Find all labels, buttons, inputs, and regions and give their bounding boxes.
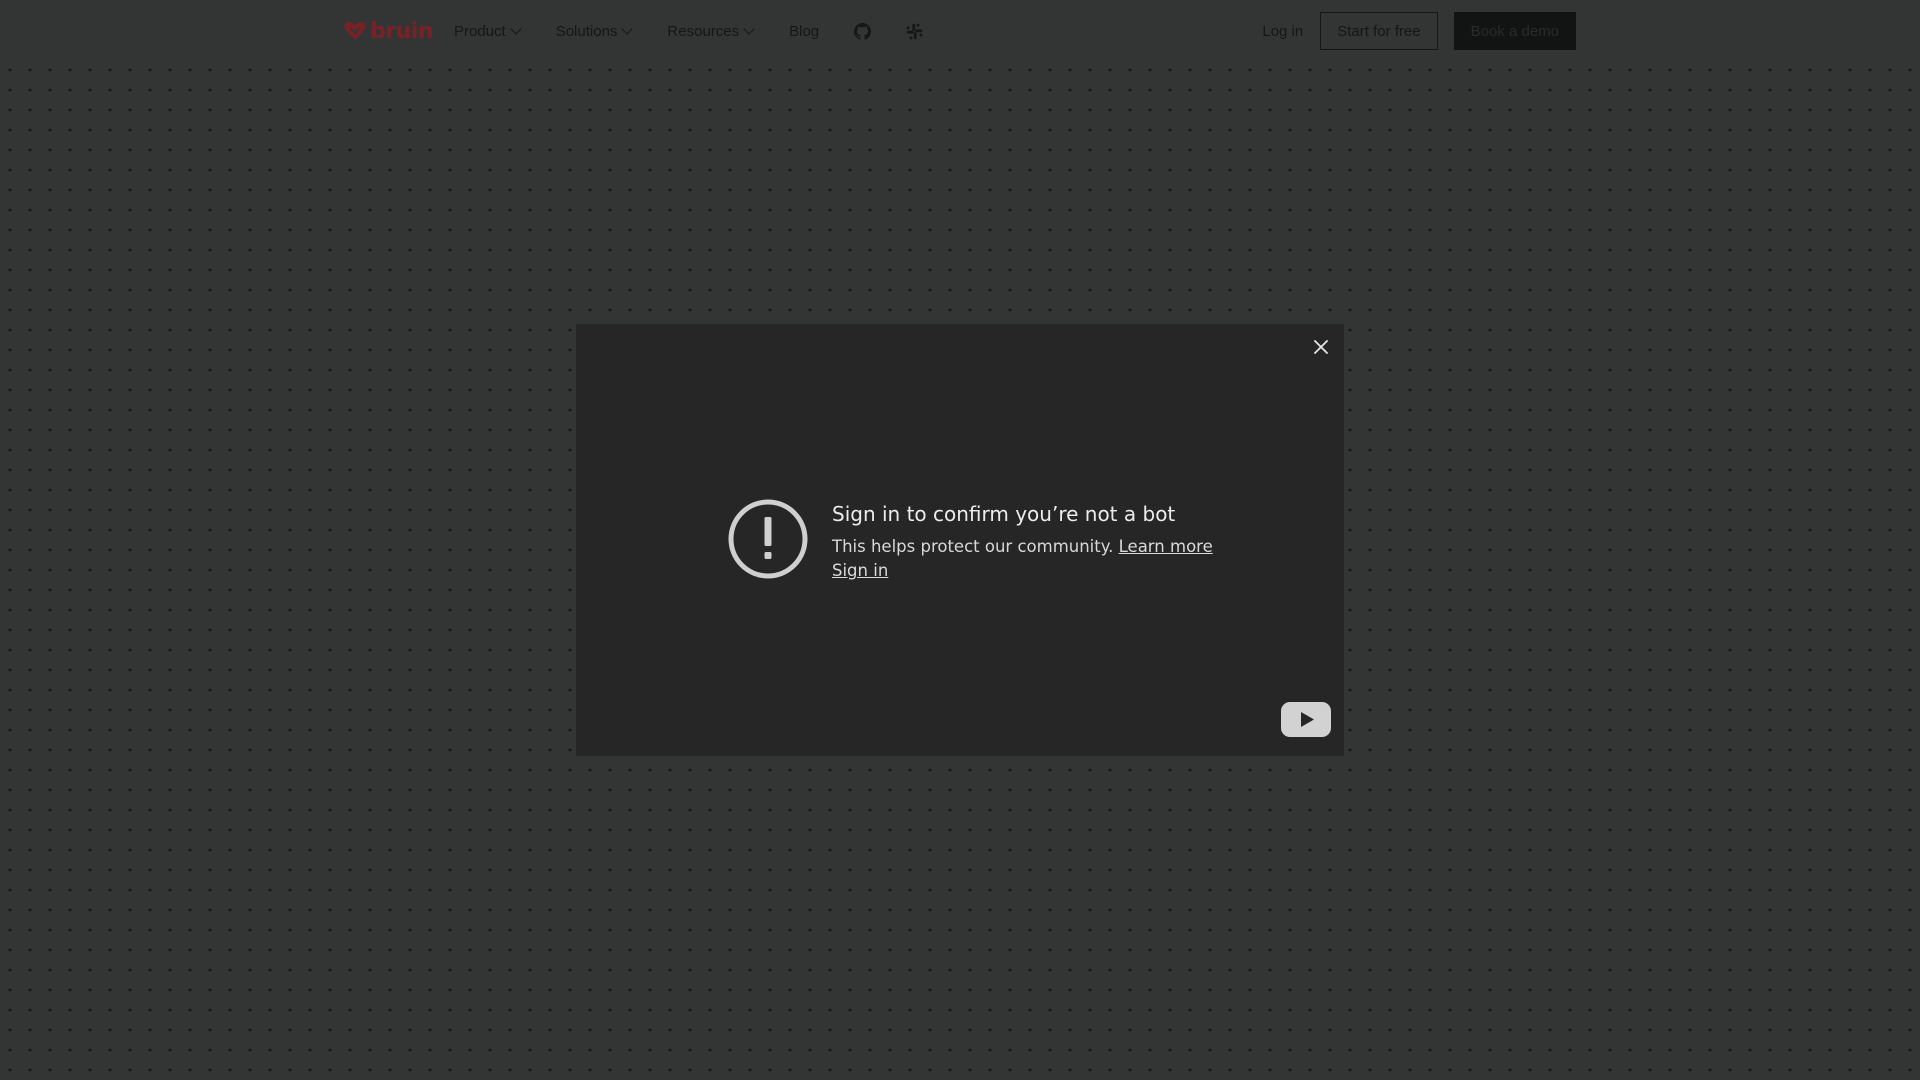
github-icon[interactable] [853,22,871,40]
sign-in-row: Sign in [832,559,1213,583]
nav-item-blog[interactable]: Blog [789,23,819,40]
nav-item-solutions[interactable]: Solutions [555,22,634,40]
message-text: Sign in to confirm you’re not a bot This… [832,499,1213,583]
exclamation-circle-icon [728,499,808,579]
close-icon[interactable] [1310,336,1332,358]
learn-more-link[interactable]: Learn more [1119,537,1213,556]
brand-name: bruin [370,18,433,44]
start-for-free-button[interactable]: Start for free [1320,12,1438,50]
message-body-text: This helps protect our community. [832,537,1114,556]
slack-icon[interactable] [905,22,923,40]
bot-check-message: Sign in to confirm you’re not a bot This… [728,499,1213,583]
nav-item-solutions-label: Solutions [555,22,618,40]
chevron-down-icon [621,23,634,35]
nav-item-blog-label: Blog [789,22,820,40]
nav-item-resources[interactable]: Resources [667,22,755,40]
top-navbar: bruin Product Solutions Resources Blog L… [0,0,1920,62]
primary-nav: Product Solutions Resources Blog [454,20,923,42]
login-link[interactable]: Log in [1262,23,1303,40]
book-demo-button[interactable]: Book a demo [1453,12,1576,50]
chevron-down-icon [510,23,522,35]
chevron-down-icon [743,23,755,35]
nav-item-resources-label: Resources [667,22,740,40]
nav-item-product[interactable]: Product [454,22,522,40]
message-body: This helps protect our community. Learn … [832,535,1213,559]
nav-actions: Log in Start for free Book a demo [1262,12,1576,50]
video-modal: Sign in to confirm you’re not a bot This… [576,324,1344,756]
sign-in-link[interactable]: Sign in [832,561,888,580]
youtube-logo-icon[interactable] [1281,702,1331,737]
bruin-heart-logo-icon [344,21,366,41]
message-title: Sign in to confirm you’re not a bot [832,502,1176,526]
brand-logo[interactable]: bruin [344,18,433,44]
nav-item-product-label: Product [454,22,506,40]
